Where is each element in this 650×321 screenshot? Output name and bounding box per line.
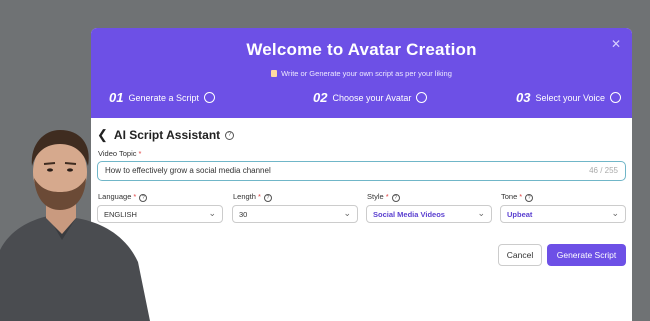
modal-header: Welcome to Avatar Creation Write or Gene… — [91, 28, 632, 118]
length-value: 30 — [239, 210, 248, 219]
chevron-down-icon: ⌄ — [343, 208, 351, 218]
generate-script-button[interactable]: Generate Script — [547, 244, 626, 266]
length-select[interactable]: 30 ⌄ — [232, 205, 358, 223]
cancel-button[interactable]: Cancel — [498, 244, 542, 266]
step-label: Choose your Avatar — [332, 92, 412, 103]
steps-bar: 01 Generate a Script 02 Choose your Avat… — [91, 90, 632, 110]
subtitle-text: Write or Generate your own script as per… — [281, 69, 452, 78]
character-count: 46 / 255 — [589, 166, 618, 175]
tone-label: Tone *? — [501, 192, 534, 202]
step-number: 03 — [516, 90, 531, 105]
step-number: 01 — [109, 90, 124, 105]
modal-body: ❮ AI Script Assistant ? Video Topic * How… — [91, 118, 632, 321]
video-topic-input[interactable]: How to effectively grow a social media c… — [97, 161, 626, 181]
step-label: Select your Voice — [535, 92, 606, 103]
modal-title: Welcome to Avatar Creation — [246, 40, 477, 59]
style-value: Social Media Videos — [373, 210, 445, 219]
document-icon — [271, 70, 278, 77]
step-number: 02 — [313, 90, 328, 105]
close-icon[interactable]: ✕ — [611, 37, 621, 51]
step-select-voice[interactable]: 03 Select your Voice — [516, 90, 622, 105]
length-label: Length *? — [233, 192, 272, 202]
step-radio-icon[interactable] — [204, 92, 216, 103]
step-generate-script[interactable]: 01 Generate a Script — [109, 90, 216, 105]
required-mark: * — [519, 192, 523, 201]
step-choose-avatar[interactable]: 02 Choose your Avatar — [313, 90, 428, 105]
avatar-creation-modal: Welcome to Avatar Creation Write or Gene… — [91, 28, 632, 321]
tone-select[interactable]: Upbeat ⌄ — [500, 205, 626, 223]
chevron-down-icon: ⌄ — [477, 208, 485, 218]
required-mark: * — [257, 192, 261, 201]
step-radio-icon[interactable] — [610, 92, 622, 103]
style-label: Style *? — [367, 192, 400, 202]
chevron-down-icon: ⌄ — [208, 208, 216, 218]
presenter-avatar-image — [0, 130, 150, 321]
step-label: Generate a Script — [128, 92, 200, 103]
modal-subtitle: Write or Generate your own script as per… — [91, 69, 632, 78]
tone-value: Upbeat — [507, 210, 533, 219]
help-icon[interactable]: ? — [225, 130, 235, 140]
chevron-down-icon: ⌄ — [611, 208, 619, 218]
help-icon[interactable]: ? — [263, 194, 272, 202]
step-radio-icon[interactable] — [416, 92, 428, 103]
help-icon[interactable]: ? — [391, 194, 400, 202]
required-mark: * — [385, 192, 389, 201]
help-icon[interactable]: ? — [525, 194, 534, 202]
style-select[interactable]: Social Media Videos ⌄ — [366, 205, 492, 223]
